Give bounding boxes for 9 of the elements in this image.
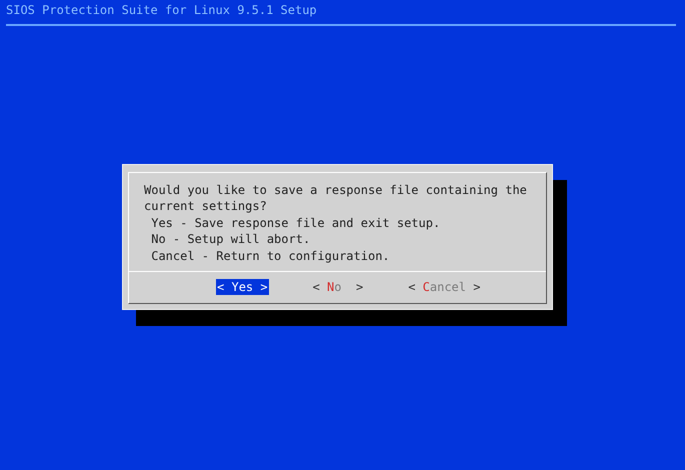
message-line: No - Setup will abort.	[150, 231, 310, 248]
message-line: current settings?	[144, 198, 267, 214]
dialog-button[interactable]: < Yes >	[216, 279, 269, 295]
window-title: SIOS Protection Suite for Linux 9.5.1 Setup	[6, 2, 317, 18]
dialog-button[interactable]: < No >	[312, 279, 364, 295]
dialog-button[interactable]: < Cancel >	[407, 279, 482, 295]
message-line: Cancel - Return to configuration.	[150, 248, 390, 264]
message-line: Would you like to save a response file containing the	[144, 182, 527, 198]
message-line: Yes - Save response file and exit setup.	[150, 214, 440, 231]
